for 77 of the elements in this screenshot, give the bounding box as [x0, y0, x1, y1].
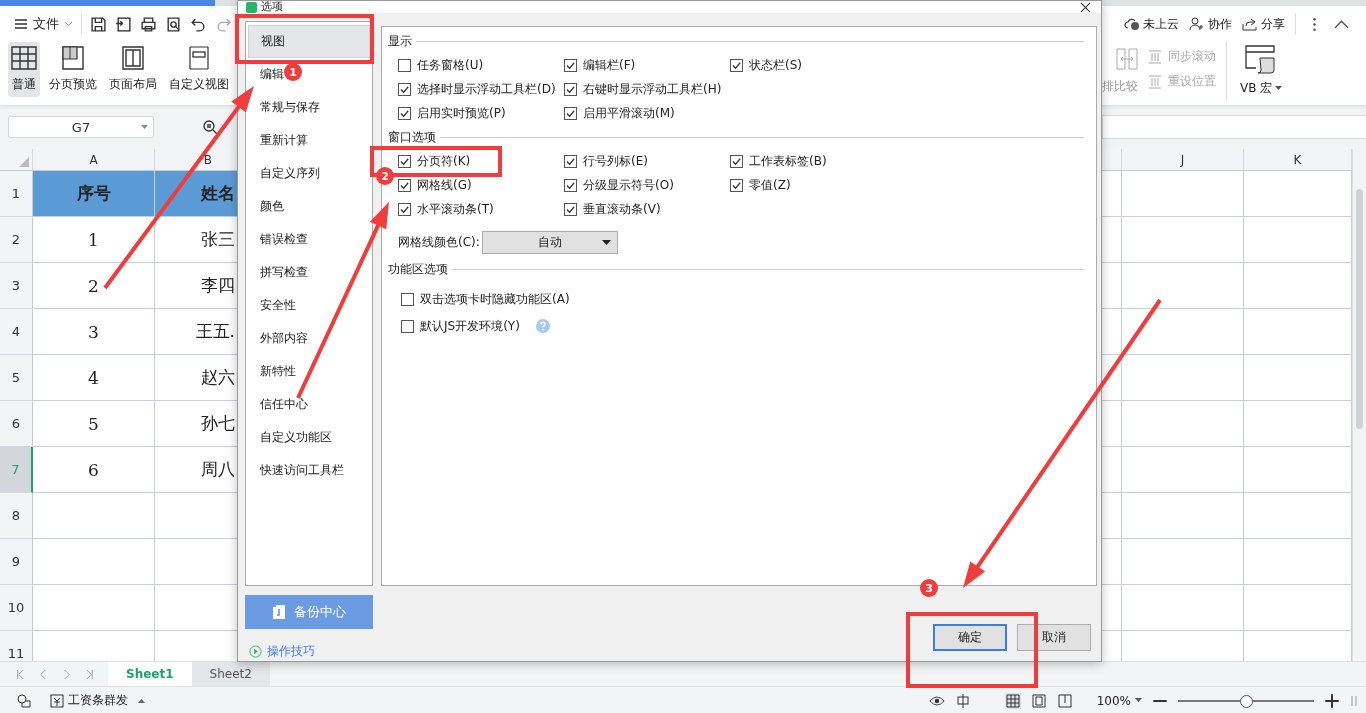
checkbox-option[interactable]: 选择时显示浮动工具栏(D): [398, 80, 556, 98]
section-title: 显示: [388, 32, 412, 50]
step-badge: 1: [284, 63, 302, 81]
header-cell: 姓名: [155, 171, 237, 217]
checkbox-option[interactable]: 行号列标(E): [564, 152, 648, 170]
checkbox-option[interactable]: 零值(Z): [730, 176, 791, 194]
checkbox-option[interactable]: 水平滚动条(T): [398, 200, 494, 218]
view-mode-button[interactable]: 普通: [8, 42, 40, 97]
row-header[interactable]: 4: [0, 309, 33, 355]
view-mode-button[interactable]: 分页预览: [46, 42, 100, 97]
row-header[interactable]: 1: [0, 171, 33, 217]
column-header[interactable]: A: [33, 149, 155, 171]
column-header[interactable]: J: [1122, 149, 1244, 171]
section-title: 功能区选项: [388, 260, 448, 278]
row-header[interactable]: 10: [0, 585, 33, 631]
payslip-button[interactable]: 工资条群发: [50, 692, 145, 709]
category-item[interactable]: 错误检查: [248, 223, 370, 256]
column-header[interactable]: K: [1244, 149, 1352, 171]
checkbox-option[interactable]: 启用实时预览(P): [398, 104, 506, 122]
category-item[interactable]: 自定义序列: [248, 157, 370, 190]
tips-link[interactable]: 操作技巧: [245, 643, 373, 660]
field-label: 网格线颜色(C):: [398, 233, 480, 251]
row-header[interactable]: 11: [0, 631, 33, 661]
category-item[interactable]: 视图: [248, 25, 370, 58]
zoom-level-dropdown[interactable]: 100%: [1096, 693, 1142, 708]
category-item[interactable]: 常规与保存: [248, 91, 370, 124]
checkbox-option[interactable]: 双击选项卡时隐藏功能区(A): [398, 290, 570, 308]
row-header[interactable]: 6: [0, 401, 33, 447]
checkbox-option[interactable]: 分级显示符号(O): [564, 176, 674, 194]
category-item[interactable]: 自定义功能区: [248, 421, 370, 454]
collaborate-button[interactable]: 协作: [1189, 15, 1232, 33]
cancel-button[interactable]: 取消: [1017, 624, 1091, 651]
section-title: 窗口选项: [388, 128, 436, 146]
column-header[interactable]: B: [155, 149, 237, 171]
name-box[interactable]: G7: [8, 116, 154, 138]
ok-button[interactable]: 确定: [933, 624, 1007, 651]
category-item[interactable]: 安全性: [248, 289, 370, 322]
table-cell: 1: [33, 217, 155, 263]
table-cell: 3: [33, 309, 155, 355]
row-header[interactable]: 3: [0, 263, 33, 309]
step-badge: 2: [376, 167, 394, 185]
row-header[interactable]: 5: [0, 355, 33, 401]
category-item[interactable]: 外部内容: [248, 322, 370, 355]
checkbox-option[interactable]: 默认JS开发环境(Y): [398, 317, 550, 335]
cloud-status-button[interactable]: 未上云: [1124, 15, 1179, 33]
row-header[interactable]: 9: [0, 539, 33, 585]
row-header[interactable]: 2: [0, 217, 33, 263]
category-item[interactable]: 快速访问工具栏: [248, 454, 370, 487]
category-item[interactable]: 重新计算: [248, 124, 370, 157]
category-item[interactable]: 信任中心: [248, 388, 370, 421]
checkbox-option[interactable]: 编辑栏(F): [564, 56, 636, 74]
row-header[interactable]: 8: [0, 493, 33, 539]
category-item[interactable]: 新特性: [248, 355, 370, 388]
header-cell: 序号: [33, 171, 155, 217]
checkbox-option[interactable]: 工作表标签(B): [730, 152, 827, 170]
sheet-tab[interactable]: Sheet2: [191, 662, 270, 686]
file-menu[interactable]: 文件: [14, 15, 73, 33]
view-mode-button[interactable]: 自定义视图: [166, 42, 232, 97]
table-cell: 4: [33, 355, 155, 401]
checkbox-option[interactable]: 垂直滚动条(V): [564, 200, 661, 218]
color-dropdown[interactable]: 自动: [481, 230, 618, 254]
checkbox-option[interactable]: 网格线(G): [398, 176, 472, 194]
macro-button[interactable]: VB 宏: [1237, 42, 1286, 101]
checkbox-option[interactable]: 任务窗格(U): [398, 56, 484, 74]
checkbox-option[interactable]: 分页符(K): [398, 152, 471, 170]
table-cell: 6: [33, 447, 155, 493]
checkbox-option[interactable]: 启用平滑滚动(M): [564, 104, 675, 122]
category-item[interactable]: 颜色: [248, 190, 370, 223]
dialog-title: 选项: [261, 1, 283, 13]
checkbox-option[interactable]: 状态栏(S): [730, 56, 802, 74]
category-item[interactable]: 拼写检查: [248, 256, 370, 289]
step-badge: 3: [920, 579, 938, 597]
checkbox-option[interactable]: 右键时显示浮动工具栏(H): [564, 80, 722, 98]
view-mode-button[interactable]: 页面布局: [106, 42, 160, 97]
table-cell: 2: [33, 263, 155, 309]
table-cell: 5: [33, 401, 155, 447]
share-button[interactable]: 分享: [1242, 15, 1285, 33]
